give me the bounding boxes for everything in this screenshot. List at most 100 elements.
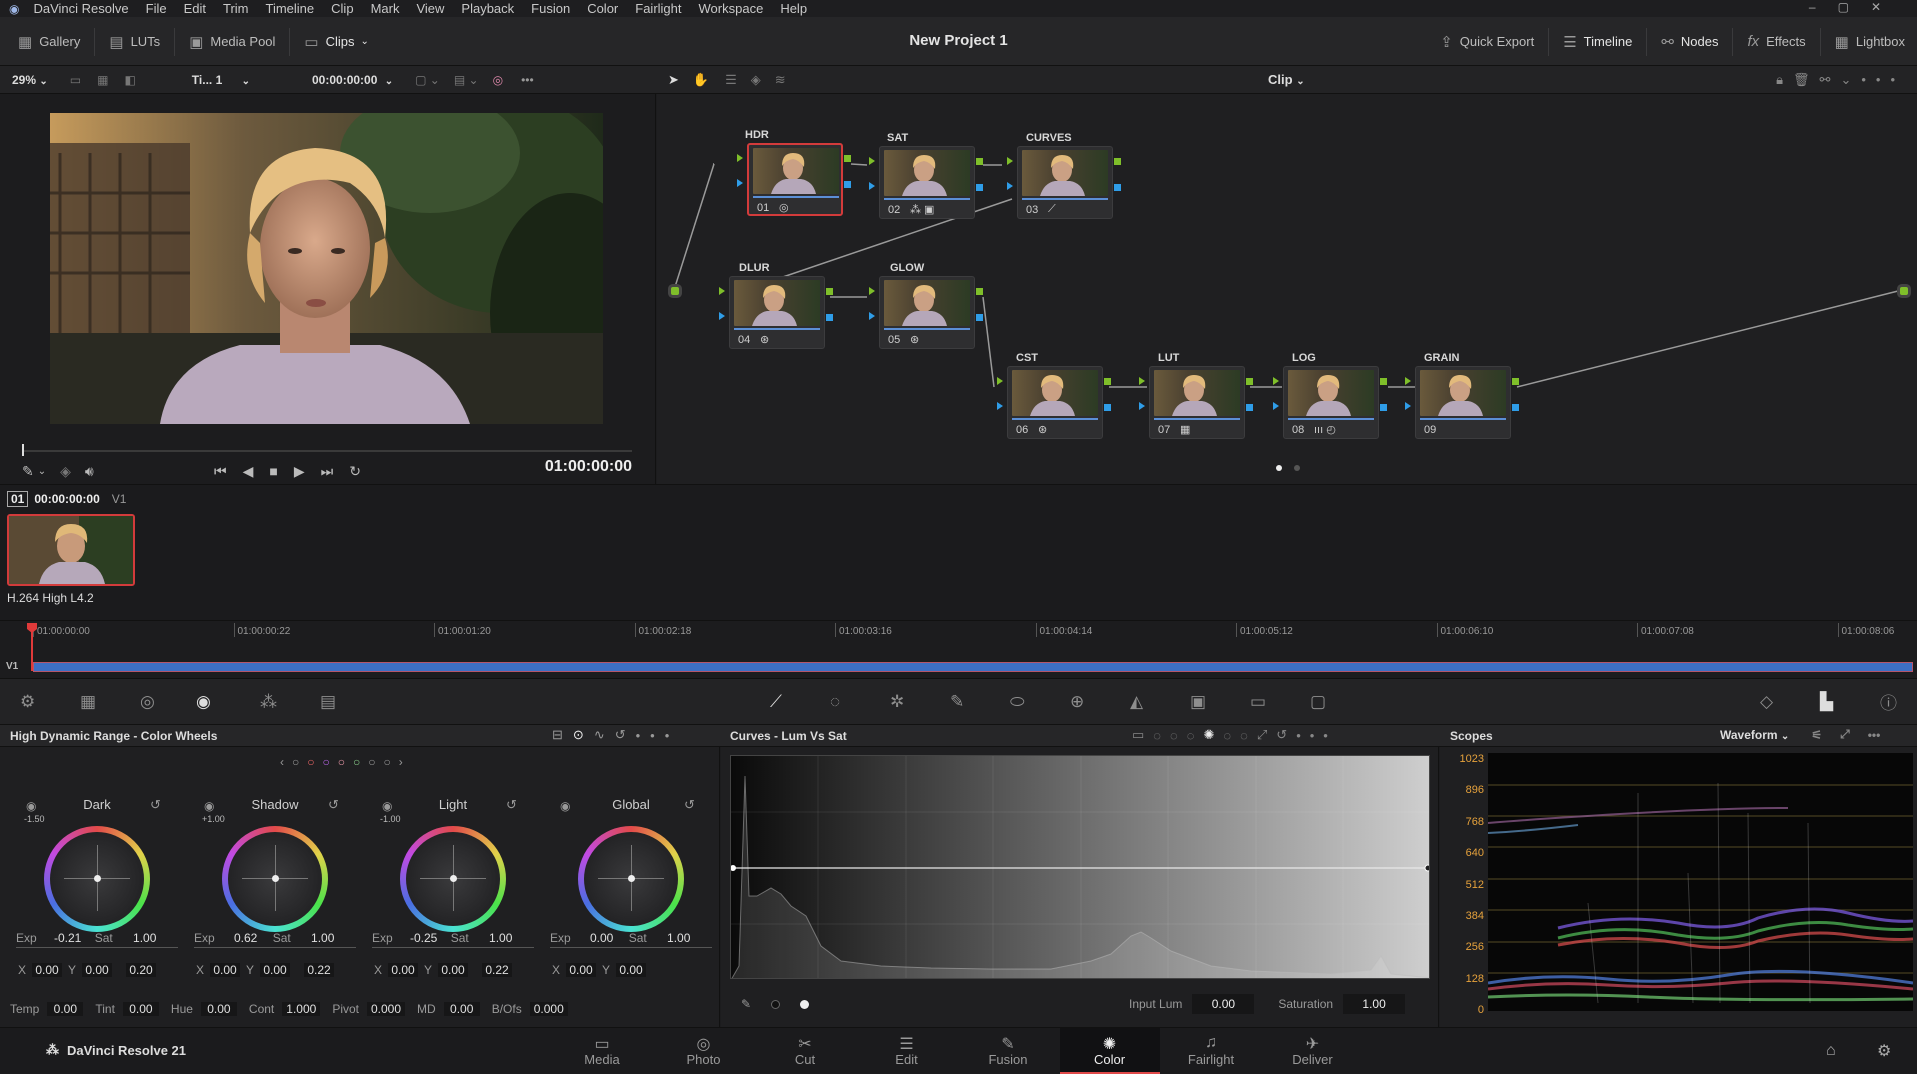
speaker-icon[interactable]: 🔊︎: [85, 463, 94, 480]
wheels-mode-icon[interactable]: ⊙: [573, 727, 594, 743]
wheel-puck[interactable]: [94, 875, 101, 882]
timeline-select[interactable]: Ti... 1 ⌄: [192, 73, 250, 87]
x-field[interactable]: 0.00: [566, 963, 597, 977]
output-port[interactable]: [1900, 287, 1908, 295]
minimize-icon[interactable]: –: [1809, 0, 1838, 14]
rgb-input-port[interactable]: [869, 157, 875, 165]
scope-settings-icon[interactable]: ⚟: [1811, 728, 1822, 742]
lum-sat-icon[interactable]: ✺: [1204, 727, 1224, 743]
stop-icon[interactable]: ■: [269, 463, 293, 479]
node-glow[interactable]: 05 ⊛: [879, 276, 975, 349]
sat-lum-icon[interactable]: ◌: [1240, 728, 1257, 743]
rgb-output-port[interactable]: [1512, 378, 1519, 385]
hdr-view-icon[interactable]: ▤ ⌄: [454, 73, 479, 87]
key-input-port[interactable]: [869, 182, 875, 190]
wheel-puck[interactable]: [628, 875, 635, 882]
node-cst[interactable]: 06 ⊛: [1007, 366, 1103, 439]
wheel-puck[interactable]: [450, 875, 457, 882]
effects-button[interactable]: fx Effects: [1747, 33, 1805, 50]
page-tab-deliver[interactable]: ✈ Deliver: [1263, 1028, 1363, 1074]
param-field[interactable]: 1.000: [282, 1002, 321, 1016]
sizing-icon[interactable]: ▢: [1310, 692, 1326, 712]
scope-mode-select[interactable]: Waveform ⌄: [1720, 728, 1789, 742]
input-lum-field[interactable]: 0.00: [1192, 994, 1255, 1014]
key-output-port[interactable]: [844, 181, 851, 188]
dropper-icon[interactable]: ✎: [741, 997, 751, 1011]
clips-button[interactable]: ▭ Clips ⌄: [304, 33, 368, 51]
curves-icon[interactable]: ⟋: [770, 692, 782, 712]
scopes-toggle-icon[interactable]: ▙: [1820, 692, 1833, 712]
slider-track[interactable]: [194, 947, 356, 948]
close-icon[interactable]: ✕: [1871, 0, 1903, 14]
skip-to-end-icon[interactable]: ⏭︎: [321, 463, 350, 480]
grid-icon[interactable]: ▦: [97, 73, 108, 87]
more-options-icon[interactable]: •••: [1296, 728, 1337, 743]
menu-help[interactable]: Help: [780, 1, 807, 16]
rgb-output-port[interactable]: [1114, 158, 1121, 165]
node-log[interactable]: 08 ııı ◴: [1283, 366, 1379, 439]
sat-field[interactable]: 1.00: [305, 931, 341, 945]
node-hdr[interactable]: 01 ◎: [747, 143, 843, 216]
info-icon[interactable]: ⓘ: [1880, 689, 1897, 714]
key-output-port[interactable]: [1114, 184, 1121, 191]
param-field[interactable]: 0.00: [200, 1002, 237, 1016]
x-field[interactable]: 0.00: [32, 963, 63, 977]
y-field[interactable]: 0.00: [616, 963, 647, 977]
pointer-icon[interactable]: ➤: [668, 72, 679, 88]
play-icon[interactable]: ▶: [294, 463, 321, 480]
rgb-output-port[interactable]: [976, 288, 983, 295]
page-tab-photo[interactable]: ◎ Photo: [654, 1028, 754, 1074]
page-tab-edit[interactable]: ☰ Edit: [857, 1028, 957, 1074]
split-icon[interactable]: ◧: [124, 73, 135, 87]
node-curves[interactable]: 03 ⟋: [1017, 146, 1113, 219]
menu-clip[interactable]: Clip: [331, 1, 353, 16]
sat-field[interactable]: 1.00: [483, 931, 519, 945]
layers-icon[interactable]: ◈: [60, 463, 71, 480]
param-field[interactable]: 0.000: [367, 1002, 406, 1016]
clip-thumbnail[interactable]: [7, 514, 135, 586]
rgb-input-port[interactable]: [997, 377, 1003, 385]
node-mode-select[interactable]: Clip ⌄: [1268, 72, 1305, 87]
motion-effects-icon[interactable]: ▤: [320, 692, 336, 712]
rgb-output-port[interactable]: [976, 158, 983, 165]
x-field[interactable]: 0.00: [210, 963, 241, 977]
rgb-output-port[interactable]: [844, 155, 851, 162]
rgb-output-port[interactable]: [826, 288, 833, 295]
exp-field[interactable]: 0.62: [227, 931, 265, 945]
align-icon[interactable]: ☰: [725, 72, 737, 88]
color-picker-icon[interactable]: ◎: [493, 73, 503, 87]
menu-mark[interactable]: Mark: [371, 1, 400, 16]
layers-icon[interactable]: ◈: [751, 72, 761, 88]
rgb-output-port[interactable]: [1380, 378, 1387, 385]
compare-icon[interactable]: ⊟: [552, 727, 573, 743]
gallery-still-icon[interactable]: ◇: [1760, 692, 1773, 712]
sat-field[interactable]: 1.00: [127, 931, 163, 945]
gallery-button[interactable]: ▦ Gallery: [18, 33, 80, 51]
lock-icon[interactable]: 🔒︎: [1776, 72, 1793, 87]
node-sat[interactable]: 02 ⁂ ▣: [879, 146, 975, 219]
saturation-field[interactable]: 1.00: [1343, 994, 1406, 1014]
param-field[interactable]: 0.00: [47, 1002, 84, 1016]
expand-icon[interactable]: ⤢: [1257, 727, 1276, 743]
menu-fusion[interactable]: Fusion: [531, 1, 570, 16]
rgb-input-port[interactable]: [869, 287, 875, 295]
magic-mask-icon[interactable]: ◭: [1130, 692, 1143, 712]
sat-field[interactable]: 1.00: [661, 931, 697, 945]
settings-gear-icon[interactable]: ⚙︎: [1877, 1041, 1891, 1061]
x-field[interactable]: 0.00: [388, 963, 419, 977]
dropper-icon[interactable]: ✎: [22, 463, 34, 480]
reset-icon[interactable]: ↺: [506, 797, 517, 813]
reset-icon[interactable]: ↺: [1276, 727, 1296, 743]
hand-icon[interactable]: ✋: [693, 72, 709, 88]
play-reverse-icon[interactable]: ◀: [243, 463, 270, 480]
wheel-puck[interactable]: [272, 875, 279, 882]
page-tab-fusion[interactable]: ✎ Fusion: [958, 1028, 1058, 1074]
more-options-icon[interactable]: •••: [1861, 72, 1905, 87]
reset-icon[interactable]: ↺: [150, 797, 161, 813]
quick-export-button[interactable]: ⇪ Quick Export: [1440, 33, 1534, 51]
node-dlur[interactable]: 04 ⊛: [729, 276, 825, 349]
page-tab-fairlight[interactable]: ♫ Fairlight: [1161, 1028, 1261, 1074]
input-port[interactable]: [671, 287, 679, 295]
menu-fairlight[interactable]: Fairlight: [635, 1, 681, 16]
black-point-icon[interactable]: [771, 999, 781, 1009]
